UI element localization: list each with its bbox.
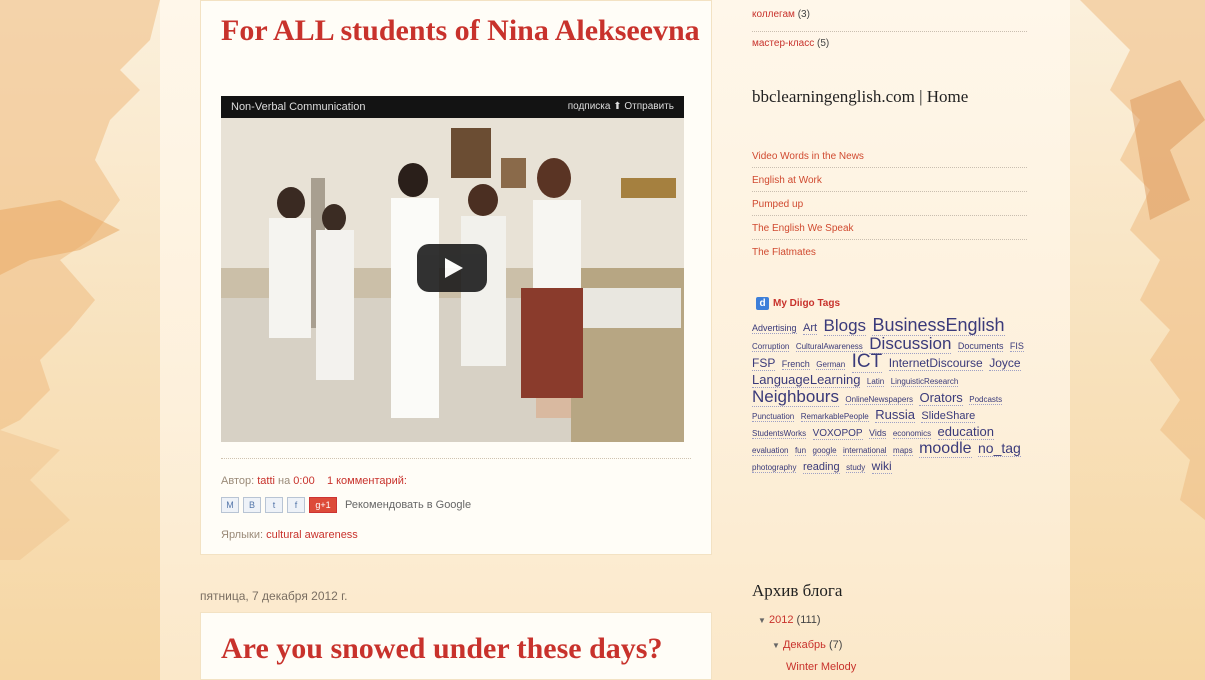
archive-year-count: (111) bbox=[796, 614, 821, 626]
author-link[interactable]: tatti bbox=[257, 475, 275, 487]
diigo-tag-link[interactable]: maps bbox=[893, 446, 913, 456]
email-share-icon[interactable]: M bbox=[221, 497, 239, 513]
diigo-tag-link[interactable]: Latin bbox=[866, 377, 885, 387]
diigo-tag-link[interactable]: German bbox=[816, 360, 846, 370]
archive-post-link[interactable]: Winter Melody bbox=[786, 661, 856, 673]
diigo-tag-link[interactable]: Blogs bbox=[823, 316, 867, 336]
diigo-tag-link[interactable]: study bbox=[846, 463, 866, 473]
diigo-tag-link[interactable]: photography bbox=[752, 463, 797, 473]
diigo-tag-link[interactable]: wiki bbox=[871, 459, 892, 474]
diigo-tag-link[interactable]: LanguageLearning bbox=[752, 372, 861, 388]
diigo-tag-link[interactable]: LinguisticResearch bbox=[890, 377, 959, 387]
diigo-tag-link[interactable]: VOXOPOP bbox=[812, 428, 863, 440]
post-meta: Автор: tatti на 0:00 1 комментарий: bbox=[221, 475, 407, 487]
recommend-google-text: Рекомендовать в Google bbox=[345, 499, 472, 511]
bbc-link[interactable]: The English We Speak bbox=[752, 216, 1027, 240]
diigo-tag-link[interactable]: InternetDiscourse bbox=[888, 356, 983, 371]
expand-triangle-icon[interactable]: ▼ bbox=[772, 641, 780, 650]
diigo-tag-link[interactable]: SlideShare bbox=[921, 410, 976, 423]
diigo-tag-link[interactable]: moodle bbox=[919, 440, 972, 458]
diigo-tag-link[interactable]: Neighbours bbox=[752, 387, 839, 407]
diigo-tag-link[interactable]: no_tag bbox=[978, 440, 1021, 457]
archive-year-item: ▼ 2012 (111) bbox=[758, 614, 821, 626]
labels-widget: коллегам (3) мастер-класс (5) bbox=[752, 9, 1027, 49]
archive-month-count: (7) bbox=[828, 639, 843, 651]
diigo-tag-link[interactable]: Podcasts bbox=[969, 395, 1003, 405]
divider bbox=[221, 458, 691, 459]
diigo-tag-link[interactable]: StudentsWorks bbox=[752, 429, 807, 439]
diigo-tag-link[interactable]: Russia bbox=[875, 407, 915, 423]
labels-prefix: Ярлыки: bbox=[221, 529, 264, 541]
diigo-tag-link[interactable]: fun bbox=[794, 446, 807, 456]
play-button[interactable] bbox=[417, 244, 487, 292]
diigo-tag-link[interactable]: RemarkablePeople bbox=[800, 412, 869, 422]
bbc-link[interactable]: English at Work bbox=[752, 168, 1027, 192]
bbc-link[interactable]: Video Words in the News bbox=[752, 144, 1027, 168]
archive-year-link[interactable]: 2012 bbox=[769, 614, 793, 626]
diigo-tag-link[interactable]: Art bbox=[802, 322, 818, 335]
diigo-title[interactable]: My Diigo Tags bbox=[773, 298, 840, 309]
archive-post-item: Winter Melody bbox=[786, 661, 856, 673]
google-plus-one-button[interactable]: g+1 bbox=[309, 497, 337, 513]
diigo-tag-cloud: Advertising Art Blogs BusinessEnglish Co… bbox=[752, 315, 1027, 475]
diigo-tag-link[interactable]: BusinessEnglish bbox=[872, 315, 1005, 336]
diigo-tag-link[interactable]: evaluation bbox=[752, 446, 789, 456]
tree-silhouette-left bbox=[0, 0, 160, 560]
post-card: For ALL students of Nina Alekseevna Non-… bbox=[200, 0, 712, 555]
time-prefix: на bbox=[278, 475, 291, 487]
archive-widget-title: Архив блога bbox=[752, 581, 843, 600]
diigo-tag-link[interactable]: ICT bbox=[851, 351, 883, 373]
post-title[interactable]: For ALL students of Nina Alekseevna bbox=[221, 13, 701, 49]
blogthis-share-icon[interactable]: B bbox=[243, 497, 261, 513]
diigo-tag-link[interactable]: Joyce bbox=[989, 356, 1021, 371]
diigo-tag-link[interactable]: google bbox=[812, 446, 837, 456]
label-count: (3) bbox=[797, 9, 810, 20]
share-buttons: M B t f g+1 Рекомендовать в Google bbox=[221, 497, 471, 513]
archive-month-item: ▼ Декабрь (7) bbox=[772, 639, 842, 651]
diigo-tag-link[interactable]: education bbox=[937, 424, 994, 440]
sidebar-label-item: мастер-класс (5) bbox=[752, 38, 1027, 49]
bbc-widget-title: bbclearningenglish.com | Home bbox=[752, 87, 969, 106]
diigo-tag-link[interactable]: Documents bbox=[957, 341, 1004, 352]
diigo-tag-link[interactable]: French bbox=[781, 359, 810, 370]
twitter-share-icon[interactable]: t bbox=[265, 497, 283, 513]
bbc-link[interactable]: The Flatmates bbox=[752, 240, 1027, 263]
diigo-tag-link[interactable]: Punctuation bbox=[752, 412, 795, 422]
author-prefix: Автор: bbox=[221, 475, 255, 487]
diigo-tag-link[interactable]: Orators bbox=[919, 390, 963, 406]
video-title-bar: Non-Verbal Communication подписка ⬆ Отпр… bbox=[221, 96, 684, 118]
video-title[interactable]: Non-Verbal Communication bbox=[231, 101, 366, 113]
sidebar-label-item: коллегам (3) bbox=[752, 9, 1027, 32]
tree-silhouette-right bbox=[1080, 0, 1205, 520]
post-card: Are you snowed under these days? bbox=[200, 612, 712, 680]
diigo-tag-link[interactable]: FIS bbox=[1009, 341, 1024, 352]
expand-triangle-icon[interactable]: ▼ bbox=[758, 616, 766, 625]
embedded-video[interactable]: Non-Verbal Communication подписка ⬆ Отпр… bbox=[221, 96, 684, 442]
sidebar-label-link[interactable]: мастер-класс bbox=[752, 38, 814, 49]
bbc-link-list: Video Words in the News English at Work … bbox=[752, 144, 1027, 263]
post-labels: Ярлыки: cultural awareness bbox=[221, 529, 358, 541]
diigo-tag-link[interactable]: OnlineNewspapers bbox=[845, 395, 913, 405]
sidebar-label-link[interactable]: коллегам bbox=[752, 9, 795, 20]
facebook-share-icon[interactable]: f bbox=[287, 497, 305, 513]
date-header: пятница, 7 декабря 2012 г. bbox=[200, 589, 348, 603]
label-link[interactable]: cultural awareness bbox=[266, 529, 358, 541]
post-time-link[interactable]: 0:00 bbox=[293, 475, 314, 487]
diigo-logo-icon: d bbox=[756, 297, 769, 310]
diigo-tag-link[interactable]: reading bbox=[802, 461, 840, 474]
bbc-link[interactable]: Pumped up bbox=[752, 192, 1027, 216]
post-title[interactable]: Are you snowed under these days? bbox=[221, 631, 701, 667]
diigo-tag-link[interactable]: international bbox=[843, 446, 887, 456]
diigo-tag-link[interactable]: Advertising bbox=[752, 323, 797, 334]
diigo-header: d My Diigo Tags bbox=[756, 297, 840, 310]
diigo-tag-link[interactable]: Corruption bbox=[752, 342, 790, 352]
archive-month-link[interactable]: Декабрь bbox=[783, 639, 826, 651]
diigo-tag-link[interactable]: Vids bbox=[869, 428, 887, 439]
label-count: (5) bbox=[817, 38, 830, 49]
comments-link[interactable]: 1 комментарий: bbox=[327, 475, 407, 487]
diigo-tag-link[interactable]: FSP bbox=[752, 356, 776, 371]
video-controls[interactable]: подписка ⬆ Отправить bbox=[568, 101, 674, 112]
diigo-tag-link[interactable]: economics bbox=[892, 429, 932, 439]
